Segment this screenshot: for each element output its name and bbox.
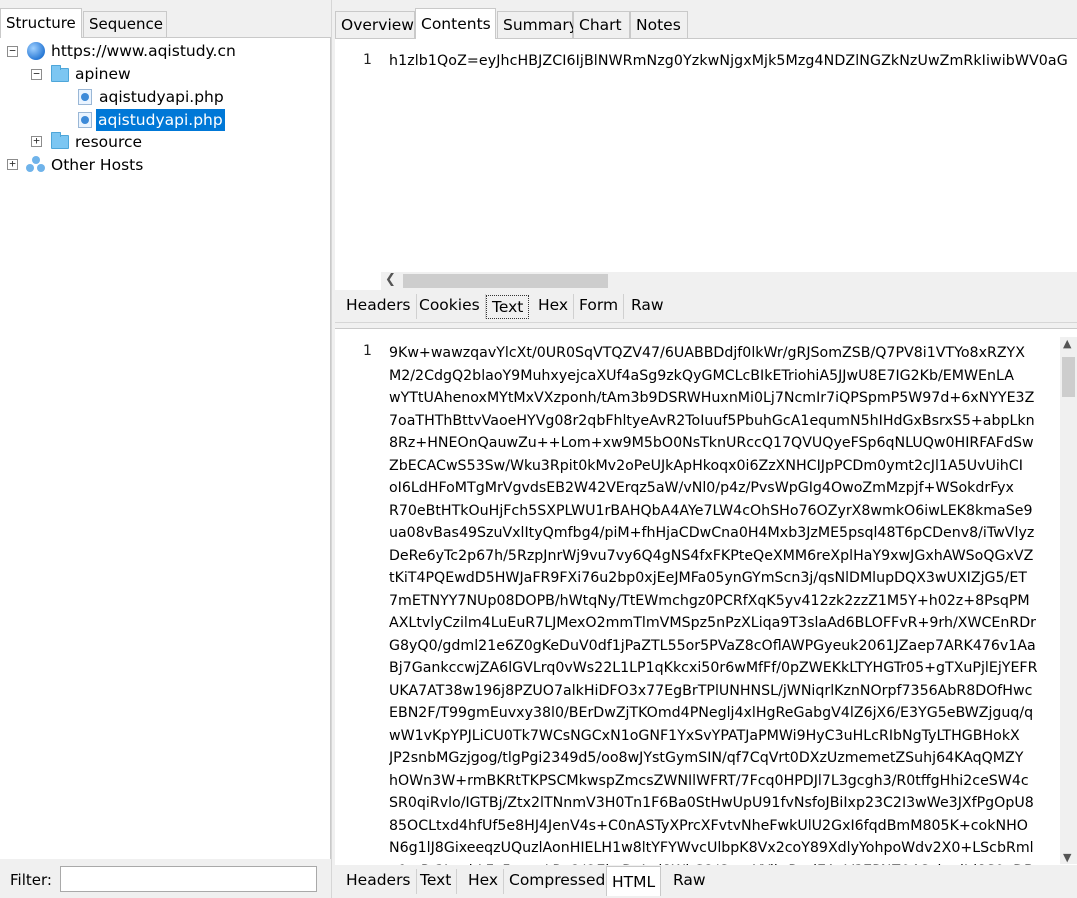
response-line: JP2snbMGzjgog/tlgPgi2349d5/oo8wJYstGymSI… [389, 750, 1024, 766]
structure-tree: − https://www.aqistudy.cn − apinew aqist… [0, 37, 331, 859]
response-line: G8yQ0/gdml21e6Z0gKeDuV0df1jPaZTL55or5PVa… [389, 637, 1036, 654]
response-line: R70eBtHTkOuHjFch5SXPLWU1rBAHQbA4AYe7LW4c… [389, 502, 1033, 519]
expand-icon[interactable]: + [31, 135, 42, 147]
tab-overview[interactable]: Overview [335, 11, 415, 38]
folder-icon [51, 65, 69, 82]
response-line: tKiT4PQEwdD5HWJaFR9FXi76u2bp0xjEeJMFa05y… [389, 570, 1027, 586]
response-line: 85OCLtxd4hfUf5e8HJ4JenV4s+C0nASTyXPrcXFv… [389, 817, 1028, 834]
req-tab-cookies[interactable]: Cookies [414, 294, 486, 319]
tree-node-file-selected[interactable]: aqistudyapi.php [96, 109, 225, 131]
response-body-view[interactable]: 1 9Kw+wawzqavYlcXt/0UR0SqVTQZV47/6UABBDd… [335, 328, 1077, 865]
tree-node-host[interactable]: https://www.aqistudy.cn [51, 40, 236, 62]
php-file-icon [78, 112, 92, 128]
response-line: 8Rz+HNEOnQauwZu++Lom+xw9M5bO0NsTknURccQ1… [389, 435, 1034, 451]
vertical-scrollbar[interactable]: ▲ ▼ [1060, 337, 1077, 864]
response-line: wYTtUAhenoxMYtMxVXzponh/tAm3b9DSRWHuxnMi… [389, 390, 1035, 406]
left-tabbar: Structure Sequence [0, 0, 331, 38]
response-line: AXLtvlyCzilm4LuEuR7LJMexO2mmTlmVMSpz5nPz… [389, 615, 1036, 631]
tab-structure[interactable]: Structure [0, 8, 82, 38]
horizontal-scrollbar[interactable]: ❮ [381, 272, 1077, 290]
left-pane: Structure Sequence − https://www.aqistud… [0, 0, 331, 898]
tab-sequence[interactable]: Sequence [83, 11, 167, 37]
response-line: oI6LdHFoMTgMrVgvdsEB2W42VErqz5aW/vNl0/p4… [389, 480, 1014, 496]
tree-node-other-hosts[interactable]: Other Hosts [51, 154, 143, 176]
resp-tab-headers[interactable]: Headers [341, 869, 417, 894]
line-number: 1 [363, 52, 372, 68]
tree-node-resource[interactable]: resource [75, 131, 142, 153]
tree-node-apinew[interactable]: apinew [75, 63, 131, 85]
response-line: 7mETNYY7NUp08DOPB/hWtqNy/TtEWmchgz0PCRfX… [389, 592, 1030, 609]
filter-bar: Filter: [0, 860, 331, 898]
resp-tab-compressed[interactable]: Compressed [504, 869, 612, 894]
response-line: ua08vBas49SzuVxlItyQmfbg4/piM+fhHjaCDwCn… [389, 525, 1035, 541]
tab-notes[interactable]: Notes [630, 11, 688, 38]
scroll-thumb[interactable] [403, 274, 608, 288]
req-tab-raw[interactable]: Raw [626, 294, 669, 319]
fiddler-window: Structure Sequence − https://www.aqistud… [0, 0, 1077, 898]
response-line: N6g1lJ8GixeeqzUQuzlAonHIELH1w8ltYFYWvcUl… [389, 840, 1034, 856]
request-body-text[interactable]: h1zlb1QoZ=eyJhcHBJZCI6IjBlNWRmNzg0YzkwNj… [389, 53, 1068, 69]
tab-summary[interactable]: Summary [497, 11, 578, 38]
right-pane: Overview Contents Summary Chart Notes 1 … [335, 0, 1077, 898]
resp-tab-raw[interactable]: Raw [668, 869, 711, 894]
line-number: 1 [363, 343, 372, 359]
globe-icon [27, 42, 45, 60]
response-line: DeRe6yTc2p67h/5RzpJnrWj9vu7vy6Q4gNS4fxFK… [389, 547, 1034, 564]
response-subtabs: Headers Text Hex Compressed HTML Raw [335, 866, 1077, 898]
response-line: wW1vKpYPJLiCU0Tk7WCsNGCxN1oGNF1YxSvYPATJ… [389, 727, 1020, 744]
response-line: Bj7GankccwjZA6lGVLrq0vWs22L1LP1qKkcxi50r… [389, 660, 1038, 676]
response-line: hOWn3W+rmBKRtTKPSCMkwspZmcsZWNIlWFRT/7Fc… [389, 772, 1029, 789]
response-line: SR0qiRvlo/IGTBj/Ztx2lTNnmV3H0Tn1F6Ba0StH… [389, 795, 1034, 811]
response-line: 7oaTHThBttvVaoeHYVg08r2qbFhltyeAvR2ToIuu… [389, 412, 1035, 429]
other-hosts-icon [26, 156, 46, 174]
response-line: n9mPt3JwqbLFx5cpecLPoQ/OEbcDvLpl8WkG2/Cz… [389, 860, 1061, 866]
tab-contents[interactable]: Contents [415, 8, 496, 39]
filter-label: Filter: [10, 871, 52, 889]
tree-node-file[interactable]: aqistudyapi.php [99, 86, 224, 108]
expand-icon[interactable]: + [7, 158, 18, 170]
request-subtabs: Headers Cookies Text Hex Form Raw [335, 291, 1077, 321]
response-line: M2/2CdgQ2blaoY9MuhxyejcaXUf4aSg9zkQyGMCL… [389, 367, 1014, 384]
scroll-up-icon[interactable]: ▲ [1063, 337, 1071, 350]
scroll-left-icon[interactable]: ❮ [385, 272, 396, 287]
resp-tab-text[interactable]: Text [415, 869, 458, 894]
collapse-icon[interactable]: − [31, 68, 42, 80]
response-line: ZbECACwS53Sw/Wku3Rpit0kMv2oPeUJkApHkoqx0… [389, 457, 1023, 474]
tab-chart[interactable]: Chart [573, 11, 630, 38]
response-body-text[interactable]: 9Kw+wawzqavYlcXt/0UR0SqVTQZV47/6UABBDdjf… [389, 342, 1061, 865]
response-line: 9Kw+wawzqavYlcXt/0UR0SqVTQZV47/6UABBDdjf… [389, 345, 1025, 361]
php-file-icon [78, 89, 92, 105]
req-tab-text[interactable]: Text [486, 295, 530, 319]
req-tab-form[interactable]: Form [574, 294, 625, 319]
req-tab-headers[interactable]: Headers [341, 294, 417, 319]
req-tab-hex[interactable]: Hex [533, 294, 575, 319]
response-line: UKA7AT38w196j8PZUO7alkHiDFO3x77EgBrTPlUN… [389, 682, 1033, 699]
request-body-view[interactable]: 1 h1zlb1QoZ=eyJhcHBJZCI6IjBlNWRmNzg0Yzkw… [335, 38, 1077, 290]
response-line: EBN2F/T99gmEuvxy38l0/BErDwZjTKOmd4PNeglj… [389, 705, 1034, 721]
folder-icon [51, 132, 69, 149]
resp-tab-html[interactable]: HTML [606, 866, 662, 896]
filter-input[interactable] [60, 866, 317, 892]
scroll-thumb[interactable] [1062, 357, 1075, 397]
collapse-icon[interactable]: − [7, 45, 18, 57]
resp-tab-hex[interactable]: Hex [463, 869, 505, 894]
scroll-down-icon[interactable]: ▼ [1063, 851, 1071, 864]
